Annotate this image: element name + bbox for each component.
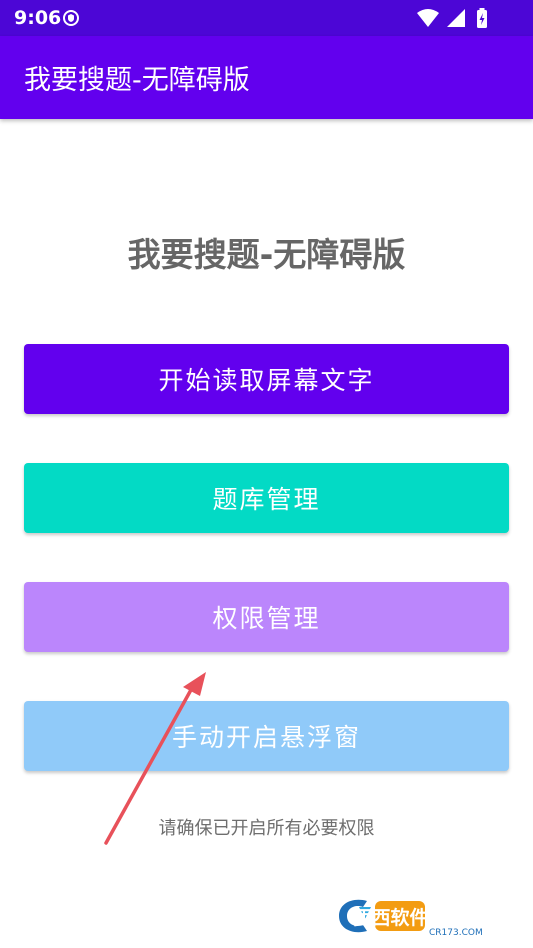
page-heading: 我要搜题-无障碍版	[127, 235, 406, 274]
watermark-text-sub: CR173.COM	[429, 928, 483, 938]
question-bank-button[interactable]: 题库管理	[24, 463, 509, 533]
status-time: 9:06	[14, 7, 62, 29]
manual-floating-window-button[interactable]: 手动开启悬浮窗	[24, 701, 509, 771]
shield-icon	[63, 10, 79, 26]
watermark-logo: 西西软件园 CR173.COM	[333, 893, 515, 939]
start-reading-screen-button[interactable]: 开始读取屏幕文字	[24, 344, 509, 414]
watermark-text-main: 西西软件园	[352, 906, 447, 929]
status-bar: 9:06	[0, 0, 533, 36]
signal-icon	[447, 9, 465, 27]
app-bar: 我要搜题-无障碍版	[0, 36, 533, 119]
battery-charging-icon	[477, 8, 487, 28]
wifi-icon	[417, 9, 439, 27]
status-icons	[415, 8, 495, 34]
permission-note: 请确保已开启所有必要权限	[158, 818, 375, 839]
app-bar-title: 我要搜题-无障碍版	[24, 65, 250, 96]
permission-management-button[interactable]: 权限管理	[24, 582, 509, 652]
